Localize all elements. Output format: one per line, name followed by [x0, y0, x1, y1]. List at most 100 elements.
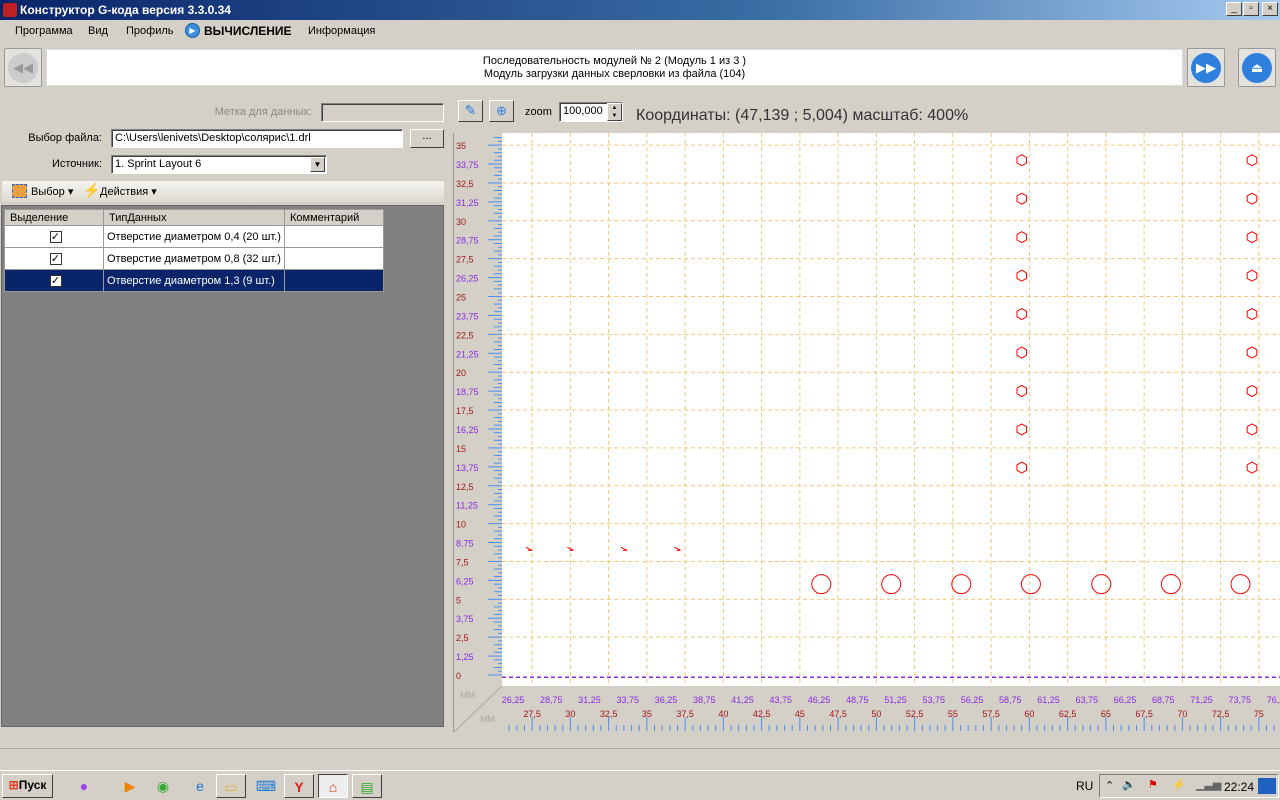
x-tick-label: 76,25 — [1267, 695, 1280, 705]
row-checkbox[interactable]: ✓ — [49, 274, 62, 287]
taskbar: ⊞Пуск ● ▶ ◉ e ▭ ⌨ Y ⌂ ▤ RU ⌃ 🔈 ⚑ ⚡ ▁▃▅ 2… — [0, 770, 1280, 800]
y-tick-label: 23,75 — [456, 311, 479, 321]
x-tick-label: 66,25 — [1114, 695, 1137, 705]
select-menu[interactable]: Выбор ▾ — [31, 185, 73, 198]
alice-icon[interactable]: ● — [70, 774, 98, 798]
x-tick-label: 41,25 — [731, 695, 754, 705]
menu-view[interactable]: Вид — [88, 25, 108, 37]
plot-area — [502, 133, 1280, 686]
y-tick-label: 15 — [456, 444, 466, 454]
action-center-icon[interactable]: ⚑ — [1148, 778, 1158, 791]
y-tick-label: 26,25 — [456, 274, 479, 284]
y-tick-label: 31,25 — [456, 198, 479, 208]
power-icon[interactable]: ⚡ — [1172, 778, 1186, 791]
y-tick-label: 0 — [456, 671, 461, 681]
show-hidden-icons[interactable]: ⌃ — [1105, 779, 1114, 792]
row-checkbox[interactable]: ✓ — [49, 252, 62, 265]
x-tick-label: 33,75 — [616, 695, 639, 705]
status-bar-divider — [0, 748, 1280, 749]
browse-button[interactable]: ... — [410, 129, 444, 148]
start-label: Пуск — [18, 778, 47, 792]
table-row[interactable]: ✓ Отверстие диаметром 0,4 (20 шт.) — [4, 225, 384, 248]
grid-toolbar: Выбор ▾ ⚡ Действия ▾ — [2, 181, 444, 202]
y-tick-label: 6,25 — [456, 576, 474, 586]
fit-icon: ⊕ — [496, 103, 507, 118]
media-player-icon[interactable]: ▶ — [116, 774, 144, 798]
edit-view-button[interactable]: ✎ — [458, 100, 483, 122]
app-icon — [3, 3, 17, 17]
source-value: 1. Sprint Layout 6 — [115, 158, 202, 170]
y-tick-label: 22,5 — [456, 330, 474, 340]
x-tick-label: 63,75 — [1075, 695, 1098, 705]
x-tick-label: 28,75 — [540, 695, 563, 705]
data-grid: Выделение ТипДанных Комментарий ✓ Отверстие… — [1, 205, 444, 727]
y-tick-label: 11,25 — [456, 501, 478, 511]
data-label-label: Метка для данных: — [214, 106, 312, 118]
x-unit-label: ММ. — [480, 714, 498, 724]
network-icon[interactable]: ▁▃▅ — [1196, 778, 1221, 791]
x-tick-label: 46,25 — [808, 695, 831, 705]
data-label-input[interactable] — [321, 103, 444, 122]
menu-bar: Программа Вид Профиль ▶ ВЫЧИСЛЕНИЕ Инфор… — [0, 20, 1280, 44]
source-label: Источник: — [51, 158, 102, 170]
chrome-icon[interactable]: ◉ — [149, 774, 177, 798]
show-desktop-button[interactable] — [1258, 778, 1276, 794]
y-tick-label: 3,75 — [456, 614, 474, 624]
chevron-down-icon[interactable]: ▼ — [310, 157, 325, 172]
y-tick-label: 2,5 — [456, 633, 469, 643]
menu-program[interactable]: Программа — [15, 25, 73, 37]
language-indicator[interactable]: RU — [1076, 779, 1093, 793]
table-row-selected[interactable]: ✓ Отверстие диаметром 1,3 (9 шт.) — [4, 269, 384, 292]
x-tick-label: 73,75 — [1228, 695, 1251, 705]
volume-icon[interactable]: 🔈 — [1122, 778, 1136, 791]
yandex-browser-icon[interactable]: Y — [284, 774, 314, 798]
row-comment[interactable] — [284, 247, 384, 270]
clock[interactable]: 22:24 — [1224, 780, 1254, 794]
x-tick-label: 71,25 — [1190, 695, 1213, 705]
column-header-type[interactable]: ТипДанных — [103, 209, 285, 226]
y-tick-label: 20 — [456, 368, 466, 378]
ie-icon[interactable]: e — [186, 774, 214, 798]
y-tick-label: 28,75 — [456, 236, 479, 246]
gcode-app-taskbar-button[interactable]: ⌂ — [318, 774, 348, 798]
title-bar: Конструктор G-кода версия 3.3.0.34 — [0, 0, 1280, 20]
explorer-icon[interactable]: ▭ — [216, 774, 246, 798]
actions-menu[interactable]: Действия ▾ — [100, 185, 157, 198]
y-tick-label: 17,5 — [456, 406, 474, 416]
row-comment[interactable] — [284, 225, 384, 248]
next-module-button[interactable]: ▶▶ — [1187, 48, 1225, 87]
fit-view-button[interactable]: ⊕ — [489, 100, 514, 122]
eject-icon: ⏏ — [1242, 52, 1272, 83]
keyboard-icon[interactable]: ⌨ — [252, 774, 280, 798]
source-select[interactable]: 1. Sprint Layout 6 ▼ — [111, 155, 327, 174]
menu-profile[interactable]: Профиль — [126, 25, 174, 37]
table-row[interactable]: ✓ Отверстие диаметром 0,8 (32 шт.) — [4, 247, 384, 270]
eject-button[interactable]: ⏏ — [1238, 48, 1276, 87]
y-tick-label: 1,25 — [456, 652, 474, 662]
x-tick-label: 56,25 — [961, 695, 984, 705]
select-label: Выбор — [31, 186, 65, 198]
task-manager-icon[interactable]: ▤ — [352, 774, 382, 798]
menu-info[interactable]: Информация — [308, 25, 375, 37]
file-path-input[interactable]: C:\Users\lenivets\Desktop\солярис\1.drl — [111, 129, 403, 148]
x-tick-label: 58,75 — [999, 695, 1022, 705]
start-button[interactable]: ⊞Пуск — [2, 774, 53, 798]
zoom-spinner[interactable]: ▲ ▼ — [607, 103, 622, 121]
plot-svg[interactable]: 01,252,53,7556,257,58,751011,2512,513,75… — [453, 133, 1280, 733]
previous-module-button[interactable]: ◀◀ — [4, 48, 42, 87]
minimize-button[interactable]: _ — [1226, 2, 1242, 16]
actions-label: Действия — [100, 186, 149, 198]
row-type: Отверстие диаметром 0,8 (32 шт.) — [103, 247, 285, 270]
row-checkbox[interactable]: ✓ — [49, 230, 62, 243]
drill-view-canvas[interactable]: 0 1,25 2,5 3,75 5 6,25 7,5 8,75 10 11,25 12,5 13,75… — [453, 133, 1280, 733]
x-tick-label: 48,75 — [846, 695, 869, 705]
row-comment[interactable] — [284, 269, 384, 292]
x-tick-label: 51,25 — [884, 695, 907, 705]
y-tick-label: 10 — [456, 520, 466, 530]
close-button[interactable]: × — [1262, 2, 1278, 16]
column-header-selection[interactable]: Выделение — [4, 209, 104, 226]
restore-button[interactable]: ▫ — [1243, 2, 1259, 16]
menu-calculate[interactable]: ВЫЧИСЛЕНИЕ — [204, 24, 292, 38]
column-header-comment[interactable]: Комментарий — [284, 209, 384, 226]
x-tick-label: 38,75 — [693, 695, 716, 705]
